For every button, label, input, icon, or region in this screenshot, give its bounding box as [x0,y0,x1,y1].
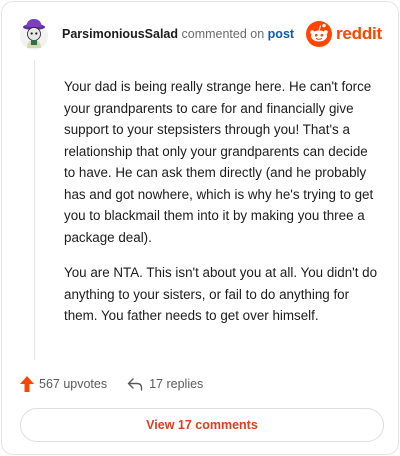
reply-arrow-icon [127,378,143,391]
action-text: commented on [181,27,265,41]
view-comments-button[interactable]: View 17 comments [20,408,384,442]
comment-paragraph: You are NTA. This isn't about you at all… [64,265,378,323]
reddit-logo[interactable]: reddit [305,20,382,48]
comment-actions: 567 upvotes 17 replies [20,374,203,394]
upvote-button[interactable]: 567 upvotes [20,376,107,392]
reddit-wordmark: reddit [335,24,382,43]
author-name[interactable]: ParsimoniousSalad [62,27,178,41]
comment-paragraph: Your dad is being really strange here. H… [64,79,374,245]
upvote-arrow-icon [20,376,34,392]
comment-card: ParsimoniousSalad commented on post redd… [1,1,399,455]
author-line: ParsimoniousSalad commented on post [62,27,294,41]
thread-line [34,60,35,360]
upvote-count: 567 upvotes [39,377,108,391]
post-link[interactable]: post [268,27,294,41]
reddit-logo-icon [305,21,332,47]
comment-header: ParsimoniousSalad commented on post redd… [18,16,382,52]
reply-button[interactable]: 17 replies [127,377,203,391]
reply-count: 17 replies [149,377,204,391]
avatar[interactable] [18,18,50,50]
comment-body: Your dad is being really strange here. H… [64,76,382,341]
